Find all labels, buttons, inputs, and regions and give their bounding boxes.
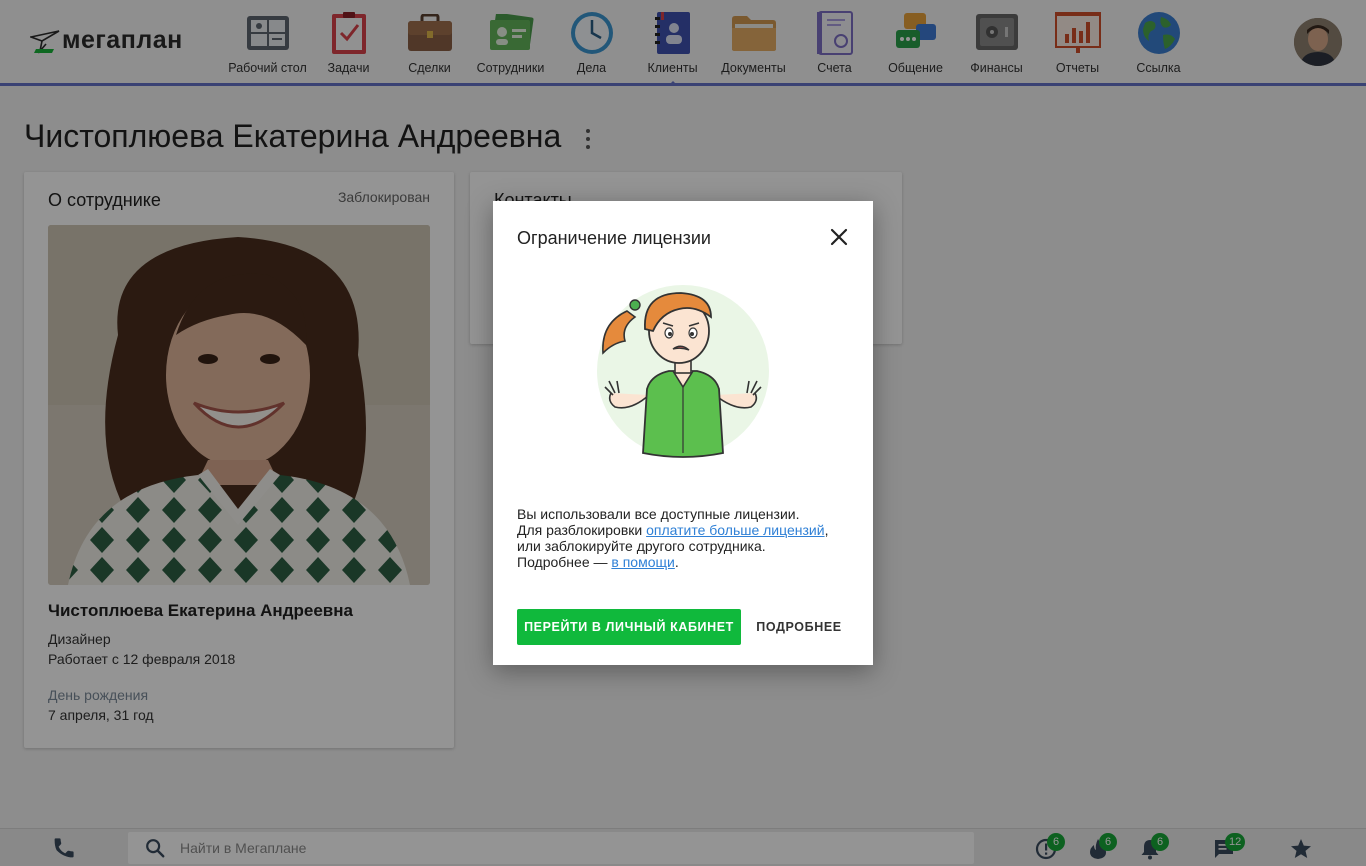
confused-girl-illustration — [591, 283, 777, 461]
dialog-message: Вы использовали все доступные лицензии. … — [517, 506, 857, 570]
message-line: или заблокируйте другого сотрудника. — [517, 538, 766, 554]
message-line: Подробнее — в помощи. — [517, 554, 679, 570]
license-limit-dialog: Ограничение лицензии Вы использовали все… — [493, 201, 873, 665]
pay-more-licenses-link[interactable]: оплатите больше лицензий — [646, 522, 824, 538]
message-line: Вы использовали все доступные лицензии. — [517, 506, 800, 522]
help-link[interactable]: в помощи — [611, 554, 674, 570]
close-icon[interactable] — [829, 227, 849, 247]
more-info-button[interactable]: ПОДРОБНЕЕ — [749, 609, 849, 645]
go-to-account-button[interactable]: ПЕРЕЙТИ В ЛИЧНЫЙ КАБИНЕТ — [517, 609, 741, 645]
message-line: Для разблокировки оплатите больше лиценз… — [517, 522, 829, 538]
dialog-title: Ограничение лицензии — [517, 228, 711, 248]
